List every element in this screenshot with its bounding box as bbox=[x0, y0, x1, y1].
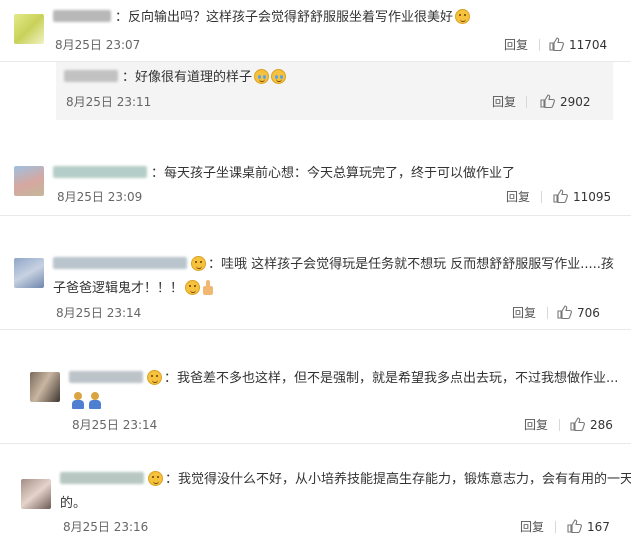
person-emoji-icon bbox=[72, 392, 84, 409]
like-count: 706 bbox=[577, 306, 600, 320]
comment-item: ：我爸差不多也这样，但不是强制，就是希望我多点出去玩，不过我想做作业... 8月… bbox=[0, 358, 631, 444]
comment-time: 8月25日 23:07 bbox=[55, 38, 141, 52]
comment-item: ：哇哦 这样孩子会觉得玩是任务就不想玩 反而想舒舒服服写作业.....孩 子爸爸… bbox=[0, 244, 631, 330]
username[interactable] bbox=[64, 70, 118, 82]
reply-button[interactable]: 回复 bbox=[492, 94, 516, 110]
thumbs-up-emoji-icon bbox=[202, 280, 214, 295]
thumbs-up-icon bbox=[553, 189, 568, 203]
like-button[interactable]: 706 bbox=[557, 305, 600, 321]
emoji-icon bbox=[147, 370, 162, 385]
comment-time: 8月25日 23:16 bbox=[63, 520, 149, 534]
avatar[interactable] bbox=[14, 14, 44, 44]
reply-button[interactable]: 回复 bbox=[506, 189, 530, 205]
comment-text: ：哇哦 这样孩子会觉得玩是任务就不想玩 反而想舒舒服服写作业.....孩 bbox=[53, 256, 614, 274]
comment-time: 8月25日 23:14 bbox=[72, 418, 158, 432]
like-button[interactable]: 167 bbox=[567, 519, 610, 535]
comment-time: 8月25日 23:14 bbox=[56, 306, 142, 320]
like-count: 11704 bbox=[569, 38, 608, 52]
comment-text: ：我爸差不多也这样，但不是强制，就是希望我多点出去玩，不过我想做作业... bbox=[69, 370, 618, 388]
laughing-tears-emoji-icon bbox=[254, 69, 270, 84]
like-button[interactable]: 2902 bbox=[540, 94, 591, 110]
thumbs-up-icon bbox=[567, 519, 582, 533]
username[interactable] bbox=[60, 472, 144, 484]
avatar[interactable] bbox=[14, 258, 44, 288]
comment-text-continued: 子爸爸逻辑鬼才！！！ bbox=[53, 280, 214, 298]
smile-emoji-icon bbox=[455, 9, 471, 24]
laughing-tears-emoji-icon bbox=[271, 69, 287, 84]
divider bbox=[559, 419, 560, 431]
like-button[interactable]: 286 bbox=[570, 417, 613, 433]
comment-text: ：每天孩子坐课桌前心想：今天总算玩完了，终于可以做作业了 bbox=[53, 165, 515, 183]
smile-emoji-icon bbox=[185, 280, 201, 295]
like-count: 167 bbox=[587, 520, 610, 534]
avatar[interactable] bbox=[21, 479, 51, 509]
reply-text: ：好像很有道理的样子 bbox=[64, 69, 287, 87]
reply-item: ：好像很有道理的样子 8月25日 23:11 回复 2902 bbox=[56, 62, 613, 120]
avatar[interactable] bbox=[14, 166, 44, 196]
comment-text-continued: 的。 bbox=[60, 496, 87, 511]
reply-button[interactable]: 回复 bbox=[512, 305, 536, 321]
avatar[interactable] bbox=[30, 372, 60, 402]
thumbs-up-icon bbox=[540, 94, 555, 108]
comment-text: ：反向输出吗？这样孩子会觉得舒舒服服坐着写作业很美好 bbox=[53, 9, 471, 27]
comment-time: 8月25日 23:09 bbox=[57, 190, 143, 204]
divider bbox=[555, 521, 556, 533]
username[interactable] bbox=[53, 257, 187, 269]
comment-item: ：每天孩子坐课桌前心想：今天总算玩完了，终于可以做作业了 8月25日 23:09… bbox=[0, 152, 631, 216]
like-count: 286 bbox=[590, 418, 613, 432]
thumbs-up-icon bbox=[557, 305, 572, 319]
username[interactable] bbox=[53, 166, 147, 178]
comment-text: ：我觉得没什么不好，从小培养技能提高生存能力，锻炼意志力，会有有用的一天 bbox=[60, 471, 631, 489]
divider bbox=[526, 96, 527, 108]
emoji-icon bbox=[148, 471, 163, 486]
divider bbox=[547, 307, 548, 319]
comment-emoji-line bbox=[72, 392, 106, 412]
person-emoji-icon bbox=[89, 392, 101, 409]
reply-time: 8月25日 23:11 bbox=[66, 95, 152, 109]
comment-item: ：我觉得没什么不好，从小培养技能提高生存能力，锻炼意志力，会有有用的一天 的。 … bbox=[0, 462, 631, 543]
divider bbox=[541, 191, 542, 203]
divider bbox=[539, 39, 540, 51]
like-button[interactable]: 11704 bbox=[549, 37, 607, 53]
reply-button[interactable]: 回复 bbox=[524, 417, 548, 433]
thumbs-up-icon bbox=[570, 417, 585, 431]
reply-button[interactable]: 回复 bbox=[520, 519, 544, 535]
reply-button[interactable]: 回复 bbox=[504, 37, 528, 53]
username[interactable] bbox=[53, 10, 111, 22]
emoji-icon bbox=[191, 256, 206, 271]
like-button[interactable]: 11095 bbox=[553, 189, 611, 205]
username[interactable] bbox=[69, 371, 143, 383]
like-count: 11095 bbox=[573, 190, 612, 204]
thumbs-up-icon bbox=[549, 37, 564, 51]
like-count: 2902 bbox=[560, 95, 591, 109]
comment-item: ：反向输出吗？这样孩子会觉得舒舒服服坐着写作业很美好 8月25日 23:07 回… bbox=[0, 0, 631, 62]
